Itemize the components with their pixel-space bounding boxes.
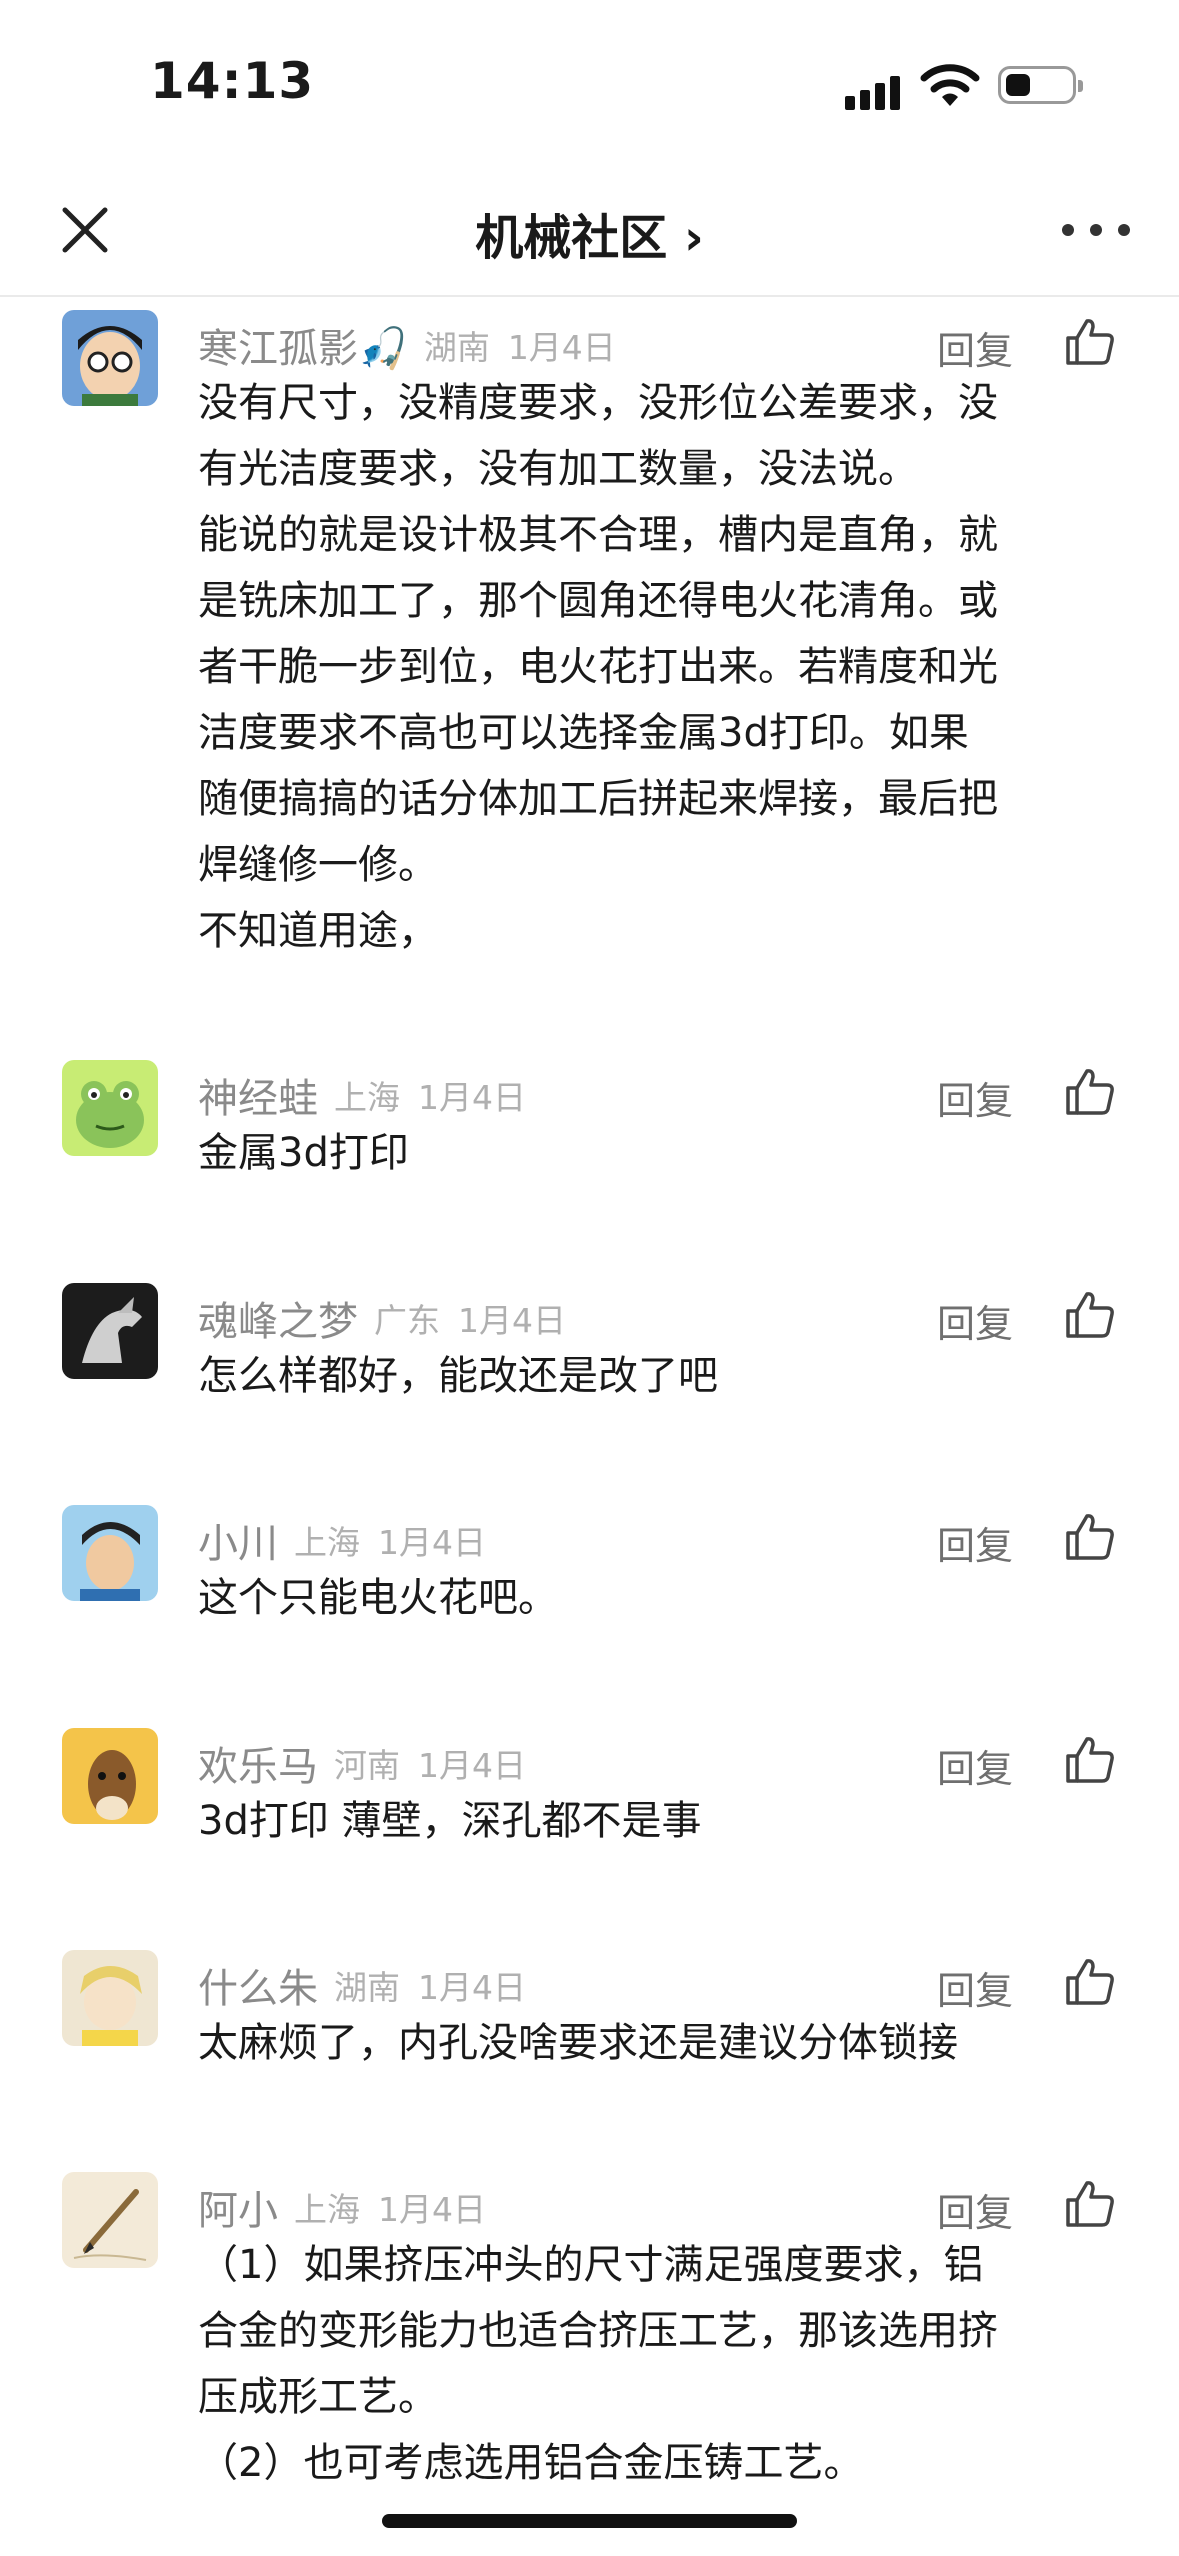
reply-button[interactable]: 回复 — [937, 1515, 1013, 1570]
comment-line: 怎么样都好，能改还是改了吧 — [198, 1353, 718, 1399]
comment-body: 这个只能电火花吧。 — [198, 1565, 1128, 1631]
avatar[interactable] — [62, 1950, 158, 2046]
date-label: 1月4日 — [378, 1523, 486, 1562]
comment-line: 者干脆一步到位，电火花打出来。若精度和光 — [198, 644, 998, 690]
comment-line: 这个只能电火花吧。 — [198, 1575, 558, 1621]
reply-button[interactable]: 回复 — [937, 1293, 1013, 1348]
comment-line: 随便搞搞的话分体加工后拼起来焊接，最后把 — [198, 776, 998, 822]
thumbs-up-icon[interactable] — [1064, 1956, 1116, 2008]
region-label: 上海 — [334, 1078, 400, 1117]
thumbs-up-icon[interactable] — [1064, 1734, 1116, 1786]
comment-line: 金属3d打印 — [198, 1130, 409, 1176]
region-label: 广东 — [374, 1301, 440, 1340]
comment-line: 有光洁度要求，没有加工数量，没法说。 — [198, 446, 918, 492]
page-title[interactable]: 机械社区 › — [0, 198, 1179, 268]
more-icon[interactable] — [1062, 220, 1132, 240]
status-bar: 14:13 — [0, 0, 1179, 160]
date-label: 1月4日 — [507, 328, 616, 367]
region-label: 上海 — [294, 1523, 360, 1562]
username[interactable]: 寒江孤影🎣 — [198, 316, 408, 374]
comment-line: 太麻烦了，内孔没啥要求还是建议分体锁接 — [198, 2020, 958, 2066]
comment-line: 没有尺寸，没精度要求，没形位公差要求，没 — [198, 380, 998, 426]
comment-line: 不知道用途， — [198, 908, 438, 954]
thumbs-up-icon[interactable] — [1064, 1066, 1116, 1118]
username[interactable]: 神经蛙 — [198, 1066, 318, 1124]
comment-body: 没有尺寸，没精度要求，没形位公差要求，没 有光洁度要求，没有加工数量，没法说。 … — [198, 370, 1128, 964]
thumbs-up-icon[interactable] — [1064, 2178, 1116, 2230]
cellular-signal-icon — [845, 70, 905, 110]
region-label: 湖南 — [423, 328, 490, 367]
home-indicator[interactable] — [382, 2514, 797, 2528]
comment-body: 太麻烦了，内孔没啥要求还是建议分体锁接 — [198, 2010, 1128, 2076]
avatar[interactable] — [62, 1505, 158, 1601]
nav-bar: 机械社区 › — [0, 160, 1179, 297]
username[interactable]: 阿小 — [198, 2178, 278, 2236]
username[interactable]: 欢乐马 — [198, 1734, 318, 1792]
comment-line: （1）如果挤压冲头的尺寸满足强度要求，铝 — [198, 2242, 984, 2288]
comment-line: （2）也可考虑选用铝合金压铸工艺。 — [198, 2440, 864, 2486]
comment-body: （1）如果挤压冲头的尺寸满足强度要求，铝 合金的变形能力也适合挤压工艺，那该选用… — [198, 2232, 1128, 2496]
thumbs-up-icon[interactable] — [1064, 1289, 1116, 1341]
comment-line: 焊缝修一修。 — [198, 842, 438, 888]
comment-body: 怎么样都好，能改还是改了吧 — [198, 1343, 1128, 1409]
comment-line: 合金的变形能力也适合挤压工艺，那该选用挤 — [198, 2308, 998, 2354]
comment-line: 能说的就是设计极其不合理，槽内是直角，就 — [198, 512, 998, 558]
comment-body: 金属3d打印 — [198, 1120, 1128, 1186]
avatar[interactable] — [62, 1283, 158, 1379]
status-time: 14:13 — [150, 52, 315, 110]
battery-icon — [998, 66, 1083, 104]
thumbs-up-icon[interactable] — [1064, 316, 1116, 368]
date-label: 1月4日 — [418, 1078, 526, 1117]
reply-button[interactable]: 回复 — [937, 2182, 1013, 2237]
wifi-icon — [920, 64, 980, 106]
reply-button[interactable]: 回复 — [937, 1070, 1013, 1125]
region-label: 河南 — [334, 1746, 400, 1785]
region-label: 湖南 — [334, 1968, 400, 2007]
avatar[interactable] — [62, 1060, 158, 1156]
comment-line: 压成形工艺。 — [198, 2374, 438, 2420]
reply-button[interactable]: 回复 — [937, 320, 1013, 375]
comment-line: 洁度要求不高也可以选择金属3d打印。如果 — [198, 710, 969, 756]
comment-body: 3d打印 薄壁，深孔都不是事 — [198, 1788, 1128, 1854]
username[interactable]: 什么朱 — [198, 1956, 318, 2014]
date-label: 1月4日 — [418, 1746, 526, 1785]
avatar[interactable] — [62, 1728, 158, 1824]
avatar[interactable] — [62, 2172, 158, 2268]
date-label: 1月4日 — [418, 1968, 526, 2007]
region-label: 上海 — [294, 2190, 360, 2229]
comment-line: 3d打印 薄壁，深孔都不是事 — [198, 1798, 702, 1844]
username[interactable]: 小川 — [198, 1511, 278, 1569]
username[interactable]: 魂峰之梦 — [198, 1289, 358, 1347]
thumbs-up-icon[interactable] — [1064, 1511, 1116, 1563]
reply-button[interactable]: 回复 — [937, 1960, 1013, 2015]
comment-line: 是铣床加工了，那个圆角还得电火花清角。或 — [198, 578, 998, 624]
date-label: 1月4日 — [458, 1301, 566, 1340]
date-label: 1月4日 — [378, 2190, 486, 2229]
reply-button[interactable]: 回复 — [937, 1738, 1013, 1793]
avatar[interactable] — [62, 310, 158, 406]
